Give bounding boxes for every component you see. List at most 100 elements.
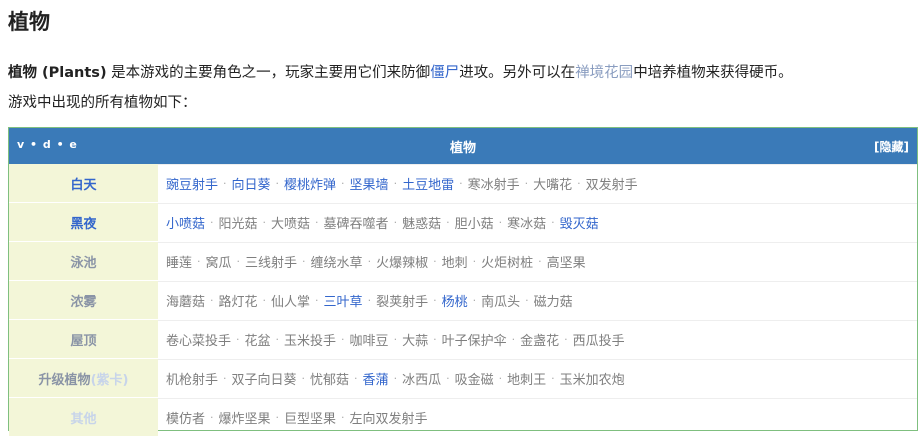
group-label[interactable]: 白天 (9, 164, 158, 202)
separator-dot: · (472, 255, 477, 268)
plant-link[interactable]: 杨桃 (442, 291, 468, 310)
plant-link[interactable]: 模仿者 (166, 408, 205, 427)
plant-link[interactable]: 地刺王 (507, 369, 546, 388)
plant-link[interactable]: 坚果墙 (350, 174, 389, 193)
plant-link[interactable]: 吸金磁 (455, 369, 494, 388)
group-label[interactable]: 泳池 (9, 242, 158, 280)
plant-link[interactable]: 大蒜 (402, 330, 428, 349)
plant-link[interactable]: 左向双发射手 (350, 408, 428, 427)
separator-dot: · (223, 177, 227, 190)
plant-link[interactable]: 仙人掌 (271, 291, 310, 310)
group-items: 卷心菜投手 · 花盆 · 玉米投手 · 咖啡豆 · 大蒜 · 叶子保护伞 · 金盏花 · 西瓜投手 (158, 320, 917, 358)
navbox-title[interactable]: 植物 (9, 137, 917, 156)
plant-link[interactable]: 冰西瓜 (402, 369, 441, 388)
group-label[interactable]: 浓雾 (9, 281, 158, 319)
group-label[interactable]: 升级植物 (紫卡) (9, 359, 158, 397)
separator-dot: · (459, 177, 463, 190)
group-name: 升级植物 (38, 372, 91, 388)
plant-link[interactable]: 双子向日葵 (232, 369, 297, 388)
separator-dot: · (223, 372, 227, 385)
plant-link[interactable]: 高坚果 (547, 252, 586, 271)
plant-link[interactable]: 咖啡豆 (350, 330, 389, 349)
plant-link[interactable]: 大嘴花 (533, 174, 572, 193)
separator-dot: · (498, 216, 503, 229)
separator-dot: · (354, 372, 358, 385)
plant-link[interactable]: 香蒲 (363, 369, 389, 388)
separator-dot: · (393, 372, 398, 385)
plant-link[interactable]: 三叶草 (324, 291, 363, 310)
separator-dot: · (210, 216, 214, 229)
plant-link[interactable]: 玉米加农炮 (560, 369, 625, 388)
separator-dot: · (511, 333, 516, 346)
plant-link[interactable]: 毁灭菇 (560, 213, 599, 232)
group-label[interactable]: 黑夜 (9, 203, 158, 241)
navbox-row: 泳池 睡莲 · 窝瓜 · 三线射手 · 缠绕水草 · 火爆辣椒 · 地刺 · 火炬树桩 · 高坚果 (9, 241, 917, 280)
intro-line-1: 植物 (Plants) 是本游戏的主要角色之一，玩家主要用它们来防御僵尸进攻。另… (8, 58, 793, 88)
plant-link[interactable]: 海蘑菇 (166, 291, 205, 310)
intro-text-3: 中培养植物来获得硬币。 (633, 65, 793, 81)
plant-link[interactable]: 磁力菇 (534, 291, 573, 310)
navbox-header: v • d • e 植物 [隐藏] (9, 128, 917, 164)
plant-link[interactable]: 地刺 (442, 252, 468, 271)
plant-link[interactable]: 向日葵 (232, 174, 271, 193)
separator-dot: · (236, 255, 241, 268)
plant-link[interactable]: 南瓜头 (481, 291, 520, 310)
plant-link[interactable]: 寒冰菇 (507, 213, 546, 232)
plant-link[interactable]: 大喷菇 (271, 213, 310, 232)
intro-text-1: 是本游戏的主要角色之一，玩家主要用它们来防御 (106, 65, 431, 81)
separator-dot: · (302, 255, 306, 268)
zen-garden-link[interactable]: 禅境花园 (575, 65, 633, 81)
plant-link[interactable]: 魅惑菇 (402, 213, 441, 232)
plant-link[interactable]: 爆炸坚果 (219, 408, 271, 427)
separator-dot: · (446, 372, 450, 385)
plant-link[interactable]: 窝瓜 (206, 252, 232, 271)
navbox-row: 升级植物 (紫卡) 机枪射手 · 双子向日葵 · 忧郁菇 · 香蒲 · 冰西瓜 · 吸金磁 · 地刺王 · 玉米… (9, 358, 917, 397)
plant-link[interactable]: 墓碑吞噬者 (324, 213, 389, 232)
separator-dot: · (393, 333, 398, 346)
zombies-link[interactable]: 僵尸 (430, 65, 459, 81)
separator-dot: · (433, 255, 437, 268)
navbox-row: 白天 豌豆射手 · 向日葵 · 樱桃炸弹 · 坚果墙 · 土豆地雷 · 寒冰射手 · 大嘴花 · 双发射手 (9, 164, 917, 202)
plant-link[interactable]: 寒冰射手 (468, 174, 520, 193)
plant-link[interactable]: 小喷菇 (166, 213, 205, 232)
plant-link[interactable]: 豌豆射手 (166, 174, 218, 193)
plant-link[interactable]: 路灯花 (219, 291, 258, 310)
plant-link[interactable]: 睡莲 (166, 252, 192, 271)
separator-dot: · (551, 372, 555, 385)
plant-link[interactable]: 樱桃炸弹 (284, 174, 336, 193)
plant-link[interactable]: 卷心菜投手 (166, 330, 231, 349)
plant-link[interactable]: 花盆 (245, 330, 271, 349)
plant-link[interactable]: 双发射手 (586, 174, 638, 193)
plant-link[interactable]: 缠绕水草 (311, 252, 363, 271)
separator-dot: · (564, 333, 568, 346)
plant-link[interactable]: 机枪射手 (166, 369, 218, 388)
separator-dot: · (367, 294, 372, 307)
plant-link[interactable]: 阳光菇 (219, 213, 258, 232)
plant-link[interactable]: 忧郁菇 (310, 369, 349, 388)
plant-link[interactable]: 裂荚射手 (376, 291, 428, 310)
intro-text-2: 进攻。另外可以在 (459, 65, 576, 81)
navbox-row: 屋顶 卷心菜投手 · 花盆 · 玉米投手 · 咖啡豆 · 大蒜 · 叶子保护伞 · 金盏花 · 西瓜投手 (9, 319, 917, 358)
intro-line-2: 游戏中出现的所有植物如下： (8, 95, 197, 111)
separator-dot: · (393, 177, 398, 190)
plant-link[interactable]: 金盏花 (520, 330, 559, 349)
plant-link[interactable]: 火炬树桩 (481, 252, 533, 271)
intro-paragraph: 植物 (Plants) 是本游戏的主要角色之一，玩家主要用它们来防御僵尸进攻。另… (8, 58, 793, 118)
navbox-row: 其他 模仿者 · 爆炸坚果 · 巨型坚果 · 左向双发射手 (9, 397, 917, 436)
plant-link[interactable]: 西瓜投手 (573, 330, 625, 349)
separator-dot: · (433, 333, 437, 346)
plant-link[interactable]: 胆小菇 (455, 213, 494, 232)
separator-dot: · (236, 333, 240, 346)
group-label[interactable]: 其他 (9, 398, 158, 436)
plant-link[interactable]: 巨型坚果 (284, 408, 336, 427)
plant-link[interactable]: 火爆辣椒 (376, 252, 428, 271)
separator-dot: · (262, 216, 267, 229)
plant-link[interactable]: 三线射手 (245, 252, 297, 271)
group-items: 豌豆射手 · 向日葵 · 樱桃炸弹 · 坚果墙 · 土豆地雷 · 寒冰射手 · 大嘴花 · 双发射手 (158, 164, 917, 202)
separator-dot: · (315, 216, 319, 229)
hide-toggle-link[interactable]: [隐藏] (874, 138, 909, 155)
plant-link[interactable]: 叶子保护伞 (442, 330, 507, 349)
plant-link[interactable]: 土豆地雷 (402, 174, 454, 193)
group-label[interactable]: 屋顶 (9, 320, 158, 358)
plant-link[interactable]: 玉米投手 (284, 330, 336, 349)
